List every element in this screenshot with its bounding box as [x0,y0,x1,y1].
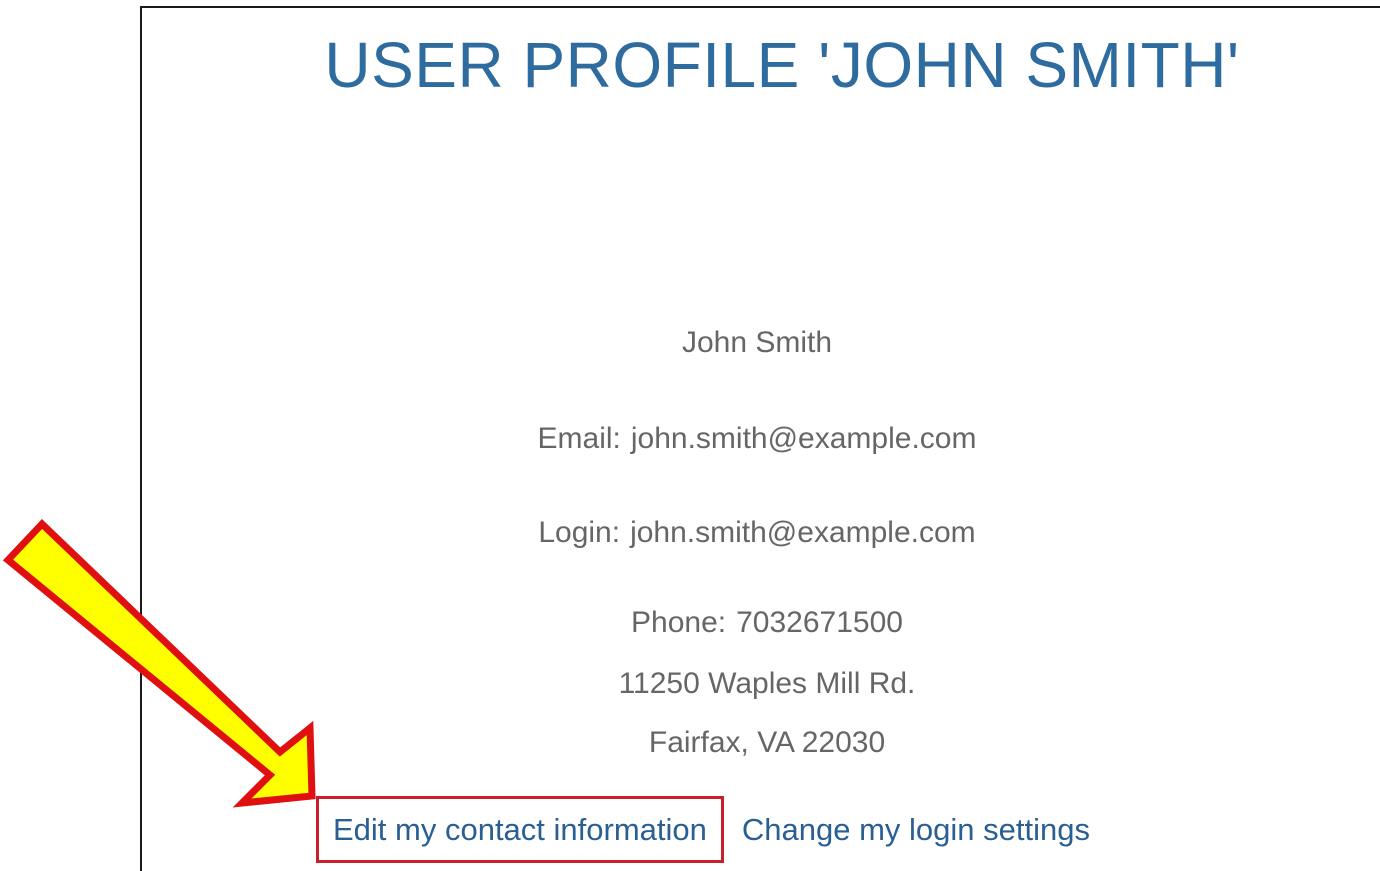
address-line-1: 11250 Waples Mill Rd. [618,667,916,700]
profile-login-row: Login: john.smith@example.com [127,516,1380,550]
screenshot-stage: USER PROFILE 'JOHN SMITH' John Smith Ema… [0,0,1380,871]
login-label: Login: [538,516,621,549]
change-login-settings-link[interactable]: Change my login settings [742,812,1090,848]
login-value: john.smith@example.com [630,516,976,549]
phone-label: Phone: [631,606,727,639]
email-value: john.smith@example.com [630,422,977,455]
phone-value: 7032671500 [736,606,903,639]
profile-phone-row: Phone: 7032671500 [137,606,1380,640]
edit-contact-information-link[interactable]: Edit my contact information [316,796,724,863]
profile-name: John Smith [127,326,1380,360]
page-title: USER PROFILE 'JOHN SMITH' [324,29,1240,101]
profile-actions: Edit my contact information Change my log… [316,796,1090,863]
profile-email-row: Email: john.smith@example.com [127,422,1380,456]
profile-panel: USER PROFILE 'JOHN SMITH' John Smith Ema… [140,6,1380,871]
email-label: Email: [537,422,621,455]
profile-name-value: John Smith [681,326,833,359]
address-line-2: Fairfax, VA 22030 [648,726,886,759]
